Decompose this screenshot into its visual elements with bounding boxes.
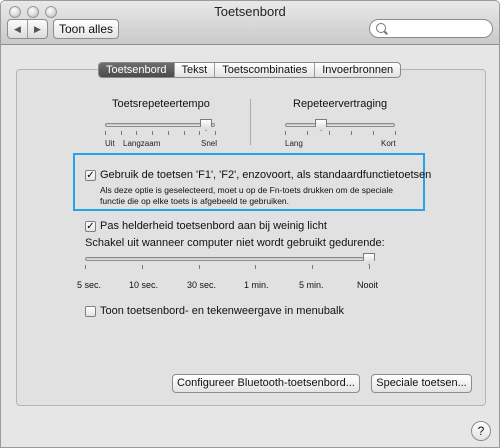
key-repeat-min-label: Uit <box>105 139 115 148</box>
fn-keys-checkbox[interactable]: ✓ <box>85 170 96 181</box>
key-repeat-mid-label: Langzaam <box>123 139 161 148</box>
preferences-window: Toetsenbord ◀ ▶ Toon alles Toetsenbord T… <box>0 0 500 448</box>
fn-keys-label[interactable]: Gebruik de toetsen 'F1', 'F2', enzovoort… <box>100 169 431 181</box>
fn-keys-description-line1: Als deze optie is geselecteerd, moet u o… <box>100 185 393 195</box>
slider-tick <box>121 131 122 135</box>
slider-tick <box>105 131 106 135</box>
key-repeat-slider[interactable] <box>105 123 215 127</box>
slider-tick <box>85 265 86 269</box>
back-arrow-icon[interactable]: ◀ <box>8 20 27 38</box>
modifier-keys-button[interactable]: Speciale toetsen... <box>371 374 472 393</box>
repeat-delay-slider[interactable] <box>285 123 395 127</box>
brightness-label[interactable]: Pas helderheid toetsenbord aan bij weini… <box>100 220 327 232</box>
tab-tekst[interactable]: Tekst <box>173 63 215 77</box>
help-button[interactable]: ? <box>471 421 491 441</box>
slider-tick <box>329 131 330 135</box>
slider-tick <box>199 131 200 135</box>
slider-tick <box>255 265 256 269</box>
auto-off-tick-label: 10 sec. <box>129 280 159 290</box>
auto-off-tick-label: Nooit <box>357 280 379 290</box>
slider-tick <box>142 265 143 269</box>
auto-off-tick-label: 1 min. <box>244 280 269 290</box>
slider-tick <box>199 265 200 269</box>
back-forward-control: ◀ ▶ <box>7 19 48 39</box>
slider-tick <box>152 131 153 135</box>
key-repeat-title: Toetsrepeteertempo <box>112 98 210 110</box>
slider-tick <box>373 131 374 135</box>
show-all-button[interactable]: Toon alles <box>53 19 119 39</box>
title-bar: Toetsenbord ◀ ▶ Toon alles <box>1 1 499 45</box>
repeat-delay-min-label: Lang <box>285 139 303 148</box>
slider-tick <box>285 131 286 135</box>
repeat-delay-title: Repeteervertraging <box>293 98 388 110</box>
auto-off-label: Schakel uit wanneer computer niet wordt … <box>85 237 385 249</box>
key-repeat-max-label: Snel <box>201 139 218 148</box>
slider-tick <box>184 131 185 135</box>
configure-bluetooth-keyboard-button[interactable]: Configureer Bluetooth-toetsenbord... <box>172 374 360 393</box>
auto-off-tick-label: 30 sec. <box>187 280 217 290</box>
slider-tick <box>307 131 308 135</box>
repeat-delay-max-label: Kort <box>381 139 396 148</box>
slider-divider <box>250 99 251 145</box>
tab-bar: Toetsenbord Tekst Toetscombinaties Invoe… <box>98 62 402 78</box>
auto-off-tick-label: 5 sec. <box>77 280 102 290</box>
forward-arrow-icon[interactable]: ▶ <box>27 20 47 38</box>
slider-tick <box>215 131 216 135</box>
search-input[interactable] <box>369 19 493 38</box>
slider-tick <box>168 131 169 135</box>
tab-toetsenbord[interactable]: Toetsenbord <box>99 63 174 77</box>
fn-keys-description-line2: functie die op elke toets is afgebeeld t… <box>100 196 290 206</box>
slider-tick <box>312 265 313 269</box>
menu-bar-viewer-label[interactable]: Toon toetsenbord- en tekenweergave in me… <box>100 305 344 317</box>
window-title: Toetsenbord <box>214 4 286 19</box>
tab-toetscombinaties[interactable]: Toetscombinaties <box>214 63 314 77</box>
auto-off-slider[interactable] <box>85 257 375 261</box>
menu-bar-viewer-checkbox[interactable] <box>85 306 96 317</box>
auto-off-tick-label: 5 min. <box>299 280 324 290</box>
slider-tick <box>369 265 370 269</box>
slider-tick <box>395 131 396 135</box>
brightness-checkbox[interactable]: ✓ <box>85 221 96 232</box>
slider-tick <box>136 131 137 135</box>
slider-tick <box>351 131 352 135</box>
tab-invoerbronnen[interactable]: Invoerbronnen <box>314 63 400 77</box>
search-icon <box>376 23 386 33</box>
